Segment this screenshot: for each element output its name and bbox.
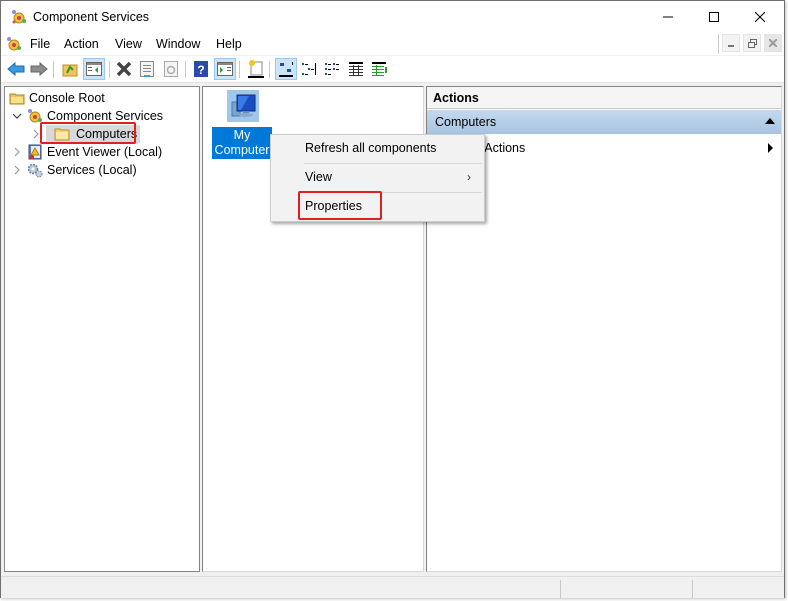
title-bar: Component Services bbox=[1, 1, 784, 33]
my-computer-label: My Computer bbox=[212, 127, 272, 159]
large-icons-view-button[interactable] bbox=[275, 58, 297, 80]
properties-button[interactable] bbox=[136, 58, 158, 80]
child-minimize-button[interactable] bbox=[722, 34, 740, 52]
highlight-box bbox=[40, 122, 136, 144]
actions-header: Actions bbox=[427, 87, 781, 109]
restore-icon bbox=[747, 38, 757, 48]
child-window-controls bbox=[718, 34, 782, 54]
arrow-left-icon bbox=[7, 62, 25, 76]
tree-item-label: Component Services bbox=[47, 109, 164, 123]
arrow-right-icon bbox=[30, 62, 48, 76]
services-gear-icon bbox=[27, 162, 43, 178]
event-viewer-icon bbox=[27, 144, 43, 160]
list-view-button[interactable] bbox=[321, 58, 343, 80]
minimize-icon bbox=[663, 16, 673, 18]
tree-item-label: Console Root bbox=[29, 91, 105, 105]
detail-view-icon bbox=[349, 62, 363, 76]
detail-view-button[interactable] bbox=[345, 58, 367, 80]
close-button[interactable] bbox=[737, 1, 783, 33]
minimize-icon bbox=[728, 45, 734, 47]
menu-window[interactable]: Window bbox=[156, 37, 200, 51]
component-services-icon bbox=[11, 9, 27, 25]
chevron-down-icon[interactable] bbox=[11, 110, 23, 122]
chevron-right-icon: › bbox=[467, 170, 471, 184]
toolbar-separator bbox=[109, 61, 110, 78]
context-menu-label: Refresh all components bbox=[305, 141, 437, 155]
folder-icon bbox=[9, 90, 25, 106]
close-icon bbox=[755, 12, 765, 22]
maximize-icon bbox=[709, 12, 719, 22]
tree-item-event-viewer[interactable]: Event Viewer (Local) bbox=[11, 143, 162, 161]
highlight-box bbox=[298, 191, 382, 220]
back-button[interactable] bbox=[5, 58, 27, 80]
context-menu-label: View bbox=[305, 170, 332, 184]
minimize-button[interactable] bbox=[645, 1, 691, 33]
context-menu-refresh-all-components[interactable]: Refresh all components bbox=[272, 135, 483, 162]
toolbar-separator bbox=[185, 61, 186, 78]
child-restore-button[interactable] bbox=[743, 34, 761, 52]
refresh-icon bbox=[164, 61, 178, 77]
tree-item-services[interactable]: Services (Local) bbox=[11, 161, 137, 179]
delete-button[interactable] bbox=[113, 58, 135, 80]
help-button[interactable]: ? bbox=[190, 58, 212, 80]
toolbar: ? bbox=[1, 56, 784, 83]
actions-section-title: Computers bbox=[435, 115, 497, 129]
tree-item-label: Services (Local) bbox=[47, 163, 137, 177]
show-hide-console-tree-button[interactable] bbox=[83, 58, 105, 80]
menu-bar: File Action View Window Help bbox=[1, 33, 784, 55]
status-view-button[interactable] bbox=[368, 58, 390, 80]
help-icon: ? bbox=[194, 61, 208, 77]
toolbar-separator bbox=[269, 61, 270, 78]
close-icon bbox=[769, 39, 777, 47]
status-separator bbox=[560, 580, 561, 598]
menu-file[interactable]: File bbox=[30, 37, 50, 51]
show-hide-action-pane-button[interactable] bbox=[214, 58, 236, 80]
chevron-right-icon[interactable] bbox=[11, 164, 23, 176]
menu-view[interactable]: View bbox=[115, 37, 142, 51]
tree-item-label: Event Viewer (Local) bbox=[47, 145, 163, 159]
component-services-window: Component Services File Action View Wind… bbox=[0, 0, 785, 598]
toolbar-separator bbox=[239, 61, 240, 78]
status-view-icon bbox=[372, 62, 387, 76]
delete-x-icon bbox=[116, 61, 132, 77]
collapse-up-icon[interactable] bbox=[765, 118, 775, 124]
up-one-level-button[interactable] bbox=[59, 58, 81, 80]
small-icons-view-button[interactable] bbox=[298, 58, 320, 80]
status-separator bbox=[692, 580, 693, 598]
large-icons-view-icon bbox=[279, 62, 293, 77]
console-tree-pane: Console Root Component Services Computer… bbox=[4, 86, 200, 572]
component-services-icon[interactable] bbox=[6, 36, 22, 52]
properties-icon bbox=[140, 61, 154, 77]
child-close-button[interactable] bbox=[764, 34, 782, 52]
actions-section-computers[interactable]: Computers bbox=[427, 110, 781, 134]
svg-text:?: ? bbox=[197, 63, 204, 77]
console-tree-icon bbox=[86, 62, 102, 76]
context-menu-view[interactable]: View › bbox=[272, 164, 483, 191]
tree-item-console-root[interactable]: Console Root bbox=[9, 89, 105, 107]
my-computer-icon bbox=[227, 90, 259, 122]
forward-button[interactable] bbox=[28, 58, 50, 80]
menu-help[interactable]: Help bbox=[216, 37, 242, 51]
new-button[interactable] bbox=[245, 58, 267, 80]
new-item-icon bbox=[248, 60, 264, 78]
toolbar-separator bbox=[53, 61, 54, 78]
submenu-arrow-icon bbox=[768, 143, 773, 153]
menu-action[interactable]: Action bbox=[64, 37, 99, 51]
small-icons-view-icon bbox=[302, 63, 316, 75]
maximize-button[interactable] bbox=[691, 1, 737, 33]
action-pane-icon bbox=[217, 62, 233, 76]
status-bar bbox=[1, 576, 784, 598]
window-title: Component Services bbox=[33, 10, 150, 24]
chevron-right-icon[interactable] bbox=[11, 146, 23, 158]
refresh-button[interactable] bbox=[160, 58, 182, 80]
list-view-icon bbox=[325, 63, 339, 75]
folder-up-icon bbox=[62, 64, 78, 77]
